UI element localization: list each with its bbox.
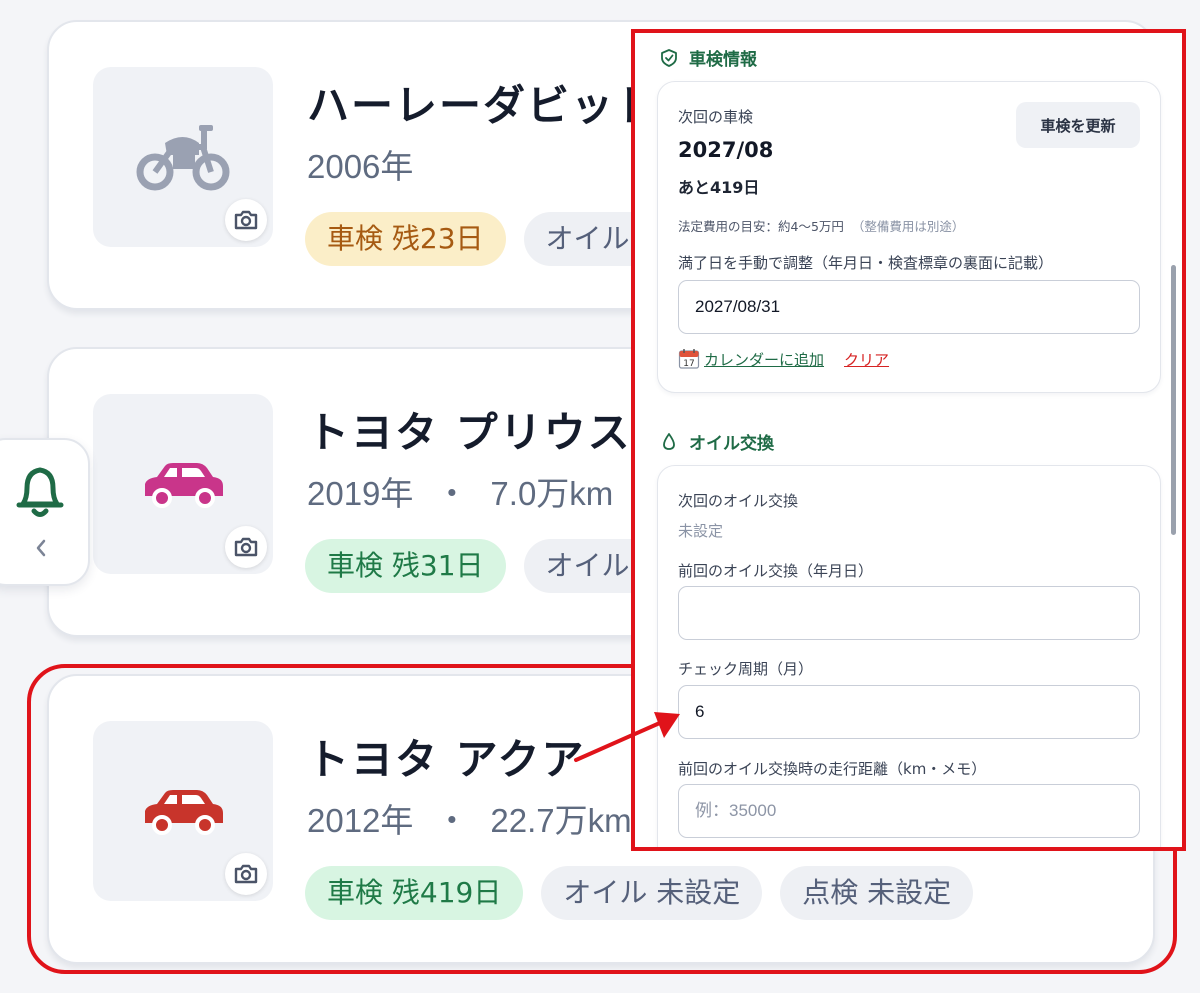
vehicle-year: 2006年 (307, 140, 413, 188)
car-icon (145, 463, 223, 508)
last-oil-date-input[interactable] (678, 586, 1140, 640)
notification-tab[interactable] (0, 438, 90, 586)
inspection-section-title: 車検情報 (689, 50, 757, 70)
car-icon (145, 790, 223, 835)
manual-adjust-label: 満了日を手動で調整（年月日・検査標章の裏面に記載） (678, 254, 1054, 272)
fee-note: 法定費用の目安：約4〜5万円 （整備費用は別途） (678, 216, 964, 235)
calendar-icon: 17 (678, 349, 700, 369)
last-oil-label: 前回のオイル交換（年月日） (678, 562, 874, 580)
update-inspection-button[interactable]: 車検を更新 (1016, 102, 1140, 148)
vehicle-name: トヨタ プリウス (307, 408, 632, 457)
oil-mileage-input[interactable] (678, 784, 1140, 838)
calendar-day: 17 (683, 359, 694, 369)
vehicle-mileage: 7.0万km (490, 475, 614, 512)
fee-note-text: 法定費用の目安：約4〜5万円 (678, 219, 844, 234)
vehicle-meta: 2012年・ 22.7万km (307, 794, 632, 842)
add-to-calendar-link[interactable]: 17 カレンダーに追加 (678, 348, 824, 370)
vehicle-thumbnail[interactable] (93, 721, 273, 901)
inspection-badge: 車検 残419日 (305, 866, 524, 920)
inspection-links: 17 カレンダーに追加 クリア (678, 348, 889, 370)
vehicle-thumbnail[interactable] (93, 67, 273, 247)
chevron-left-icon[interactable] (34, 538, 48, 558)
camera-button[interactable] (225, 199, 267, 241)
camera-icon (234, 210, 258, 230)
vehicle-thumbnail[interactable] (93, 394, 273, 574)
vehicle-meta: 2019年・ 7.0万km (307, 467, 613, 515)
remaining-days: あと419日 (678, 178, 760, 197)
inspection-badge: 車検 残23日 (305, 212, 506, 266)
camera-icon (234, 537, 258, 557)
check-cycle-label: チェック周期（月） (678, 660, 814, 678)
check-badge: 点検 未設定 (780, 866, 974, 920)
motorcycle-icon (136, 125, 230, 191)
vehicle-name: トヨタ アクア (307, 735, 586, 784)
inspection-card: 次回の車検 2027/08 あと419日 車検を更新 法定費用の目安：約4〜5万… (657, 81, 1161, 393)
oil-section-header: オイル交換 (659, 429, 774, 454)
next-inspection-label: 次回の車検 (678, 108, 754, 126)
oil-badge: オイル 未設定 (541, 866, 763, 920)
oil-mileage-label: 前回のオイル交換時の走行距離（km・メモ） (678, 760, 987, 778)
oil-section-title: オイル交換 (689, 434, 774, 454)
panel-scrollbar[interactable] (1171, 265, 1176, 535)
fee-note-paren: （整備費用は別途） (851, 219, 965, 234)
inspection-section-header: 車検情報 (659, 45, 757, 70)
check-cycle-input[interactable] (678, 685, 1140, 739)
vehicle-year: 2019年 (307, 475, 414, 512)
meta-separator: ・ (435, 802, 469, 839)
bell-icon (16, 467, 64, 517)
next-inspection-date: 2027/08 (678, 138, 774, 162)
vehicle-year-text: 2006年 (307, 148, 414, 185)
camera-button[interactable] (225, 853, 267, 895)
vehicle-detail-panel[interactable]: 車検情報 次回の車検 2027/08 あと419日 車検を更新 法定費用の目安：… (631, 29, 1186, 851)
inspection-badge: 車検 残31日 (305, 539, 506, 593)
vehicle-mileage: 22.7万km (490, 802, 632, 839)
camera-button[interactable] (225, 526, 267, 568)
next-oil-label: 次回のオイル交換 (678, 492, 799, 510)
next-oil-value: 未設定 (678, 522, 724, 540)
clear-link[interactable]: クリア (844, 349, 889, 370)
droplet-icon (663, 432, 675, 450)
oil-card: 次回のオイル交換 未設定 前回のオイル交換（年月日） チェック周期（月） 前回の… (657, 465, 1161, 847)
meta-separator: ・ (435, 475, 469, 512)
vehicle-year: 2012年 (307, 802, 414, 839)
camera-icon (234, 864, 258, 884)
expiry-date-input[interactable] (678, 280, 1140, 334)
status-badges: 車検 残419日 オイル 未設定 点検 未設定 (305, 866, 974, 920)
shield-check-icon (661, 48, 677, 67)
add-to-calendar-label: カレンダーに追加 (704, 350, 825, 369)
